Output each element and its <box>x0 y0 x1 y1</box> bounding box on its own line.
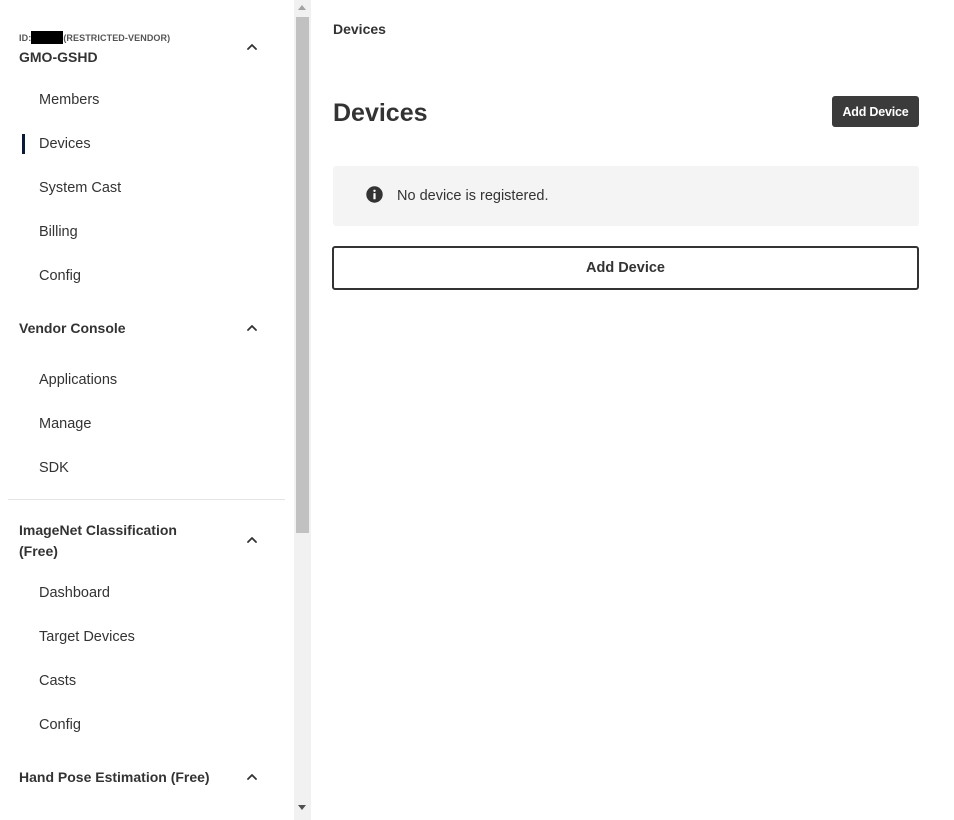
empty-notice: No device is registered. <box>333 166 919 226</box>
chevron-up-icon[interactable] <box>245 321 259 335</box>
imagenet-title-line2: (Free) <box>19 543 58 559</box>
sidebar-scrollbar[interactable] <box>294 0 311 820</box>
active-indicator <box>22 134 25 154</box>
sidebar-item-imagenet-config[interactable]: Config <box>39 715 81 735</box>
sidebar-item-manage[interactable]: Manage <box>39 414 91 434</box>
imagenet-title-line1: ImageNet Classification <box>19 522 177 538</box>
page-title: Devices <box>333 99 428 127</box>
org-id-prefix: ID: <box>19 33 32 43</box>
sidebar-item-devices[interactable]: Devices <box>39 134 91 154</box>
sidebar-item-target-devices[interactable]: Target Devices <box>39 627 135 647</box>
scroll-down-arrow-icon[interactable] <box>298 805 306 810</box>
org-id-suffix: (RESTRICTED-VENDOR) <box>63 33 171 43</box>
main-content: Devices Devices Add Device No device is … <box>311 0 954 820</box>
vendor-console-title[interactable]: Vendor Console <box>19 318 126 339</box>
notice-text: No device is registered. <box>397 188 549 204</box>
app-window: ID: (RESTRICTED-VENDOR) GMO-GSHD Members … <box>0 0 954 820</box>
sidebar-item-applications[interactable]: Applications <box>39 370 117 390</box>
add-device-outline-button[interactable]: Add Device <box>332 246 919 290</box>
breadcrumb[interactable]: Devices <box>333 19 386 39</box>
imagenet-title[interactable]: ImageNet Classification (Free) <box>19 520 177 562</box>
chevron-up-icon[interactable] <box>245 533 259 547</box>
sidebar-item-system-cast[interactable]: System Cast <box>39 178 121 198</box>
org-id-label: ID: (RESTRICTED-VENDOR) <box>19 31 170 44</box>
info-icon <box>366 186 383 203</box>
sidebar-item-sdk[interactable]: SDK <box>39 458 69 478</box>
sidebar: ID: (RESTRICTED-VENDOR) GMO-GSHD Members … <box>0 0 294 820</box>
sidebar-item-dashboard[interactable]: Dashboard <box>39 583 110 603</box>
chevron-up-icon[interactable] <box>245 40 259 54</box>
sidebar-item-billing[interactable]: Billing <box>39 222 78 242</box>
redacted-block <box>31 31 64 44</box>
sidebar-item-casts[interactable]: Casts <box>39 671 76 691</box>
sidebar-item-config[interactable]: Config <box>39 266 81 286</box>
chevron-up-icon[interactable] <box>245 770 259 784</box>
hand-pose-title[interactable]: Hand Pose Estimation (Free) <box>19 767 210 788</box>
sidebar-divider <box>8 499 285 500</box>
org-name[interactable]: GMO-GSHD <box>19 47 98 68</box>
scroll-up-arrow-icon[interactable] <box>298 5 306 10</box>
add-device-button[interactable]: Add Device <box>832 96 919 127</box>
scroll-thumb[interactable] <box>296 17 309 533</box>
sidebar-item-members[interactable]: Members <box>39 90 99 110</box>
